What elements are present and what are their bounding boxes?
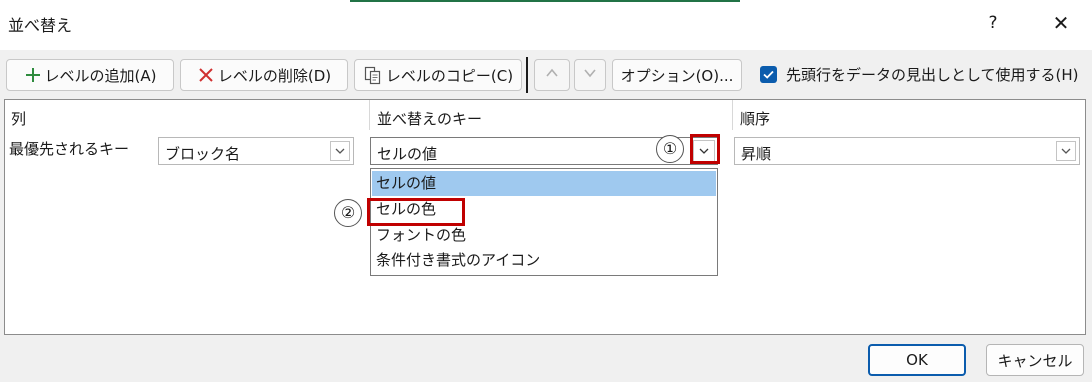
sort-column-combo[interactable]: ブロック名 <box>158 137 354 165</box>
step1-highlight <box>690 134 720 164</box>
column-header-sort-on: 並べ替えのキー <box>377 110 483 128</box>
sort-on-value: セルの値 <box>377 145 438 163</box>
options-button[interactable]: オプション(O)... <box>612 59 742 91</box>
column-header-order: 順序 <box>740 110 771 128</box>
x-icon <box>197 66 215 84</box>
check-icon <box>763 70 774 79</box>
column-divider <box>732 100 733 130</box>
step1-badge: ① <box>656 135 684 163</box>
move-down-button[interactable] <box>574 59 606 91</box>
cancel-button[interactable]: キャンセル <box>986 344 1084 376</box>
chevron-up-icon <box>545 66 559 84</box>
chevron-down-icon[interactable] <box>330 141 350 161</box>
title-accent-line <box>0 0 1092 2</box>
add-level-button[interactable]: レベルの追加(A) <box>6 59 174 91</box>
copy-level-button[interactable]: レベルのコピー(C) <box>354 59 522 91</box>
column-header-column: 列 <box>11 110 27 128</box>
close-button[interactable]: ✕ <box>1044 9 1078 37</box>
sort-level-label: 最優先されるキー <box>9 140 130 158</box>
help-button[interactable]: ? <box>978 9 1008 37</box>
step2-highlight <box>367 198 465 226</box>
plus-icon <box>24 66 42 84</box>
order-combo[interactable]: 昇順 <box>734 137 1080 165</box>
title-bar: 並べ替え ? ✕ <box>0 0 1092 50</box>
dialog-title: 並べ替え <box>8 16 73 35</box>
add-level-label: レベルの追加(A) <box>44 66 157 85</box>
delete-level-button[interactable]: レベルの削除(D) <box>180 59 348 91</box>
header-row-checkbox[interactable] <box>760 66 777 83</box>
order-value: 昇順 <box>741 145 772 163</box>
sort-column-value: ブロック名 <box>165 145 241 163</box>
column-divider <box>369 100 370 130</box>
move-up-button[interactable] <box>534 59 570 91</box>
toolbar-separator <box>526 57 528 93</box>
header-row-checkbox-label[interactable]: 先頭行をデータの見出しとして使用する(H) <box>786 64 1079 85</box>
copy-level-label: レベルのコピー(C) <box>385 66 514 85</box>
ok-button[interactable]: OK <box>868 344 966 376</box>
step2-badge: ② <box>334 199 362 227</box>
dropdown-option[interactable]: 条件付き書式のアイコン <box>372 248 716 273</box>
delete-level-label: レベルの削除(D) <box>217 66 332 85</box>
copy-icon <box>363 65 383 85</box>
options-label: オプション(O)... <box>620 66 734 85</box>
dropdown-option[interactable]: セルの値 <box>372 171 716 196</box>
chevron-down-icon[interactable] <box>1056 141 1076 161</box>
chevron-down-icon <box>583 66 597 84</box>
dropdown-option[interactable]: フォントの色 <box>372 223 716 248</box>
